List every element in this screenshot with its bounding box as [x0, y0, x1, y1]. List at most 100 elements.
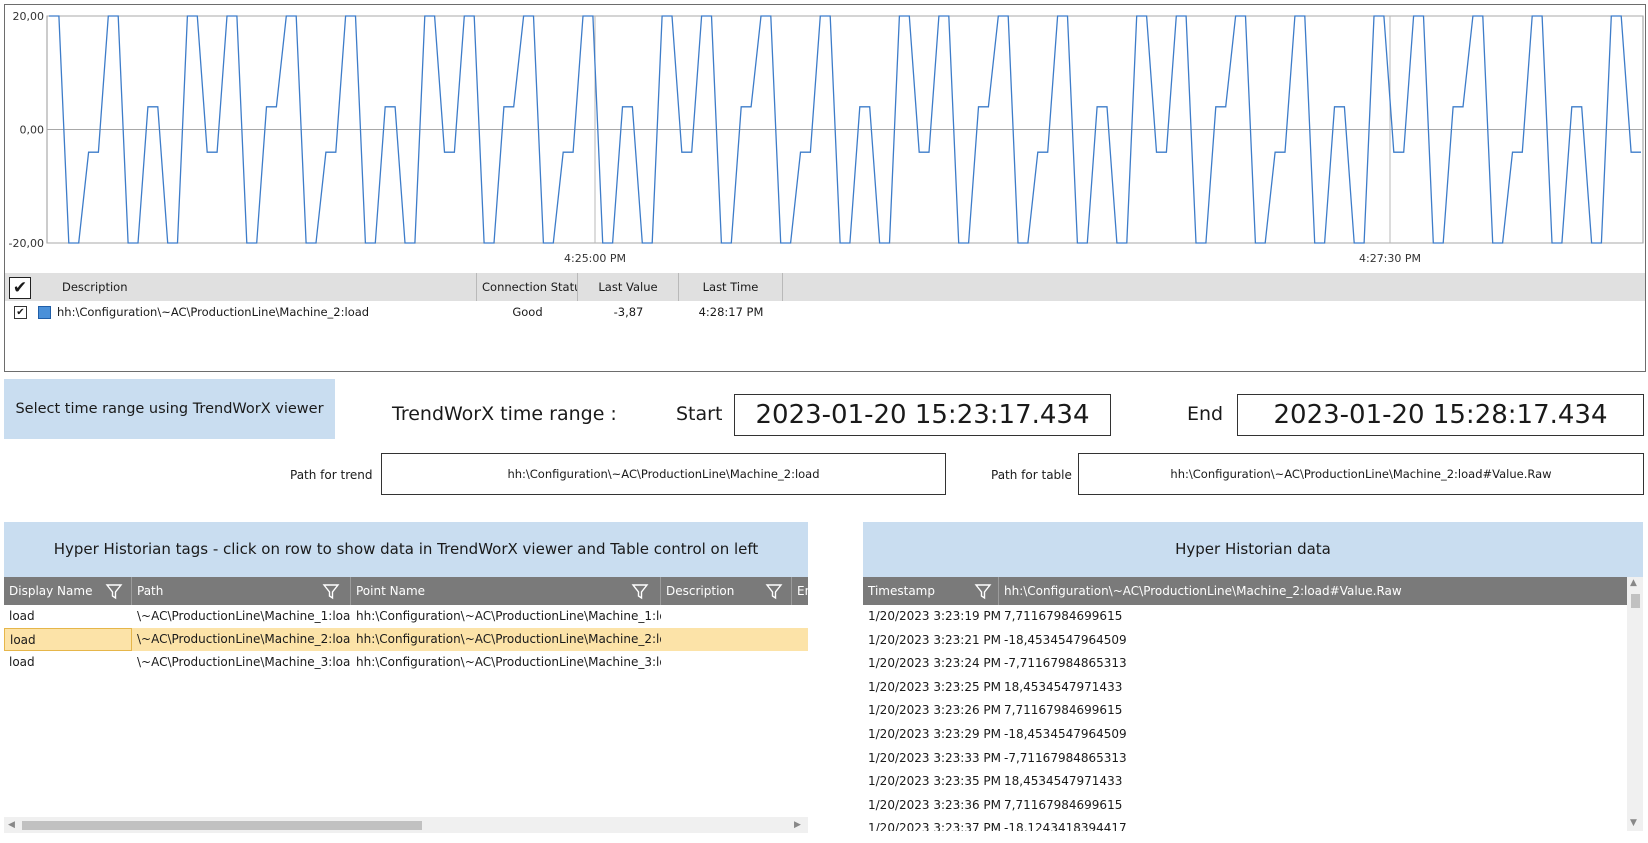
start-time-field[interactable]: 2023-01-20 15:23:17.434	[734, 394, 1111, 436]
data-table[interactable]: Timestamp hh:\Configuration\~AC\Producti…	[863, 577, 1643, 831]
data-value: -7,71167984865313	[1004, 750, 1127, 765]
data-value: -18,1243418394417	[1004, 821, 1127, 831]
data-value: -18,4534547964509	[1004, 632, 1127, 647]
data-row[interactable]: 1/20/2023 3:23:26 PM 7,71167984699615	[863, 699, 1603, 723]
data-table-header: Timestamp hh:\Configuration\~AC\Producti…	[863, 577, 1643, 605]
tags-section-header: Hyper Historian tags - click on row to s…	[4, 522, 808, 577]
scroll-up-arrow-icon[interactable]: ▲	[1630, 575, 1637, 591]
data-row[interactable]: 1/20/2023 3:23:24 PM -7,71167984865313	[863, 652, 1603, 676]
col-point-name[interactable]: Point Name	[351, 577, 661, 605]
tag-point-name: hh:\Configuration\~AC\ProductionLine\Mac…	[356, 655, 661, 669]
legend-col-last-value[interactable]: Last Value	[578, 273, 679, 301]
legend-col-connection-status[interactable]: Connection Status	[477, 273, 578, 301]
tag-display-name: load	[4, 628, 132, 651]
legend-col-last-time[interactable]: Last Time	[679, 273, 783, 301]
scrollbar-thumb[interactable]	[22, 821, 422, 830]
filter-icon[interactable]	[631, 582, 649, 600]
y-tick-label: -20,00	[9, 237, 44, 250]
y-tick-label: 20,00	[13, 10, 45, 23]
data-value: -7,71167984865313	[1004, 656, 1127, 671]
data-value: 18,4534547971433	[1004, 774, 1123, 789]
tag-row[interactable]: load \~AC\ProductionLine\Machine_1:load …	[4, 605, 808, 628]
legend-row[interactable]: ✔ hh:\Configuration\~AC\ProductionLine\M…	[5, 301, 1645, 323]
data-row[interactable]: 1/20/2023 3:23:33 PM -7,71167984865313	[863, 747, 1603, 771]
data-timestamp: 1/20/2023 3:23:19 PM	[868, 609, 1002, 623]
tag-path: \~AC\ProductionLine\Machine_3:load	[137, 655, 351, 669]
col-path[interactable]: Path	[132, 577, 351, 605]
data-row[interactable]: 1/20/2023 3:23:21 PM -18,4534547964509	[863, 629, 1603, 653]
series-visible-checkbox[interactable]: ✔	[14, 306, 27, 319]
filter-icon[interactable]	[974, 582, 992, 600]
tag-path: \~AC\ProductionLine\Machine_2:load	[137, 632, 351, 646]
scroll-right-arrow-icon[interactable]: ▶	[794, 817, 801, 833]
data-row[interactable]: 1/20/2023 3:23:29 PM -18,4534547964509	[863, 723, 1603, 747]
tags-table-header: Display Name Path Point Name Description…	[4, 577, 808, 605]
data-value: 18,4534547971433	[1004, 679, 1123, 694]
x-tick-label: 4:27:30 PM	[1359, 252, 1421, 265]
col-eng-label: Eng	[797, 584, 808, 598]
path-for-trend-field[interactable]: hh:\Configuration\~AC\ProductionLine\Mac…	[381, 453, 946, 495]
scroll-down-arrow-icon[interactable]: ▼	[1630, 815, 1637, 831]
time-range-title: TrendWorX time range :	[392, 403, 617, 425]
data-row[interactable]: 1/20/2023 3:23:19 PM 7,71167984699615	[863, 605, 1603, 629]
col-value-raw[interactable]: hh:\Configuration\~AC\ProductionLine\Mac…	[999, 577, 1627, 605]
select-all-checkbox[interactable]: ✔	[9, 277, 31, 299]
select-time-range-button[interactable]: Select time range using TrendWorX viewer	[4, 379, 335, 439]
data-timestamp: 1/20/2023 3:23:25 PM	[868, 679, 1002, 694]
end-time-field[interactable]: 2023-01-20 15:28:17.434	[1237, 394, 1644, 436]
legend-last-value: -3,87	[613, 305, 644, 319]
data-value: 7,71167984699615	[1004, 703, 1123, 718]
col-path-label: Path	[137, 584, 164, 598]
data-timestamp: 1/20/2023 3:23:24 PM	[868, 656, 1002, 671]
tag-display-name: load	[9, 655, 35, 669]
legend-description: hh:\Configuration\~AC\ProductionLine\Mac…	[57, 305, 370, 319]
data-timestamp: 1/20/2023 3:23:37 PM	[868, 821, 1002, 831]
tags-table[interactable]: Display Name Path Point Name Description…	[4, 577, 808, 831]
filter-icon[interactable]	[105, 582, 123, 600]
data-vertical-scrollbar[interactable]: ▲ ▼	[1627, 577, 1643, 831]
tag-row[interactable]: load \~AC\ProductionLine\Machine_3:load …	[4, 651, 808, 674]
col-point-name-label: Point Name	[356, 584, 426, 598]
series-color-swatch[interactable]	[38, 306, 51, 319]
data-value: 7,71167984699615	[1004, 797, 1123, 812]
data-timestamp: 1/20/2023 3:23:21 PM	[868, 632, 1002, 647]
trend-chart[interactable]: 20,00 0,00 -20,00 4:25:00 PM 4:27:30 PM	[5, 5, 1647, 273]
legend-last-time: 4:28:17 PM	[698, 305, 764, 319]
tag-point-name: hh:\Configuration\~AC\ProductionLine\Mac…	[356, 609, 661, 623]
filter-icon[interactable]	[765, 582, 783, 600]
data-row[interactable]: 1/20/2023 3:23:35 PM 18,4534547971433	[863, 770, 1603, 794]
trend-viewer[interactable]: 20,00 0,00 -20,00 4:25:00 PM 4:27:30 PM ✔ De…	[4, 4, 1646, 372]
tag-path: \~AC\ProductionLine\Machine_1:load	[137, 609, 351, 623]
tags-horizontal-scrollbar[interactable]: ◀ ▶	[4, 817, 808, 833]
col-timestamp[interactable]: Timestamp	[863, 577, 999, 605]
tag-row-selected[interactable]: load \~AC\ProductionLine\Machine_2:load …	[4, 628, 808, 651]
y-tick-label: 0,00	[20, 124, 45, 137]
data-timestamp: 1/20/2023 3:23:26 PM	[868, 703, 1002, 718]
tag-point-name: hh:\Configuration\~AC\ProductionLine\Mac…	[356, 632, 661, 646]
data-row[interactable]: 1/20/2023 3:23:25 PM 18,4534547971433	[863, 676, 1603, 700]
col-display-name[interactable]: Display Name	[4, 577, 132, 605]
col-description-label: Description	[666, 584, 735, 598]
start-label: Start	[676, 403, 723, 425]
data-timestamp: 1/20/2023 3:23:35 PM	[868, 774, 1002, 789]
data-section-header: Hyper Historian data	[863, 522, 1643, 577]
col-description[interactable]: Description	[661, 577, 792, 605]
col-display-name-label: Display Name	[9, 584, 93, 598]
scrollbar-thumb[interactable]	[1631, 594, 1640, 608]
filter-icon[interactable]	[322, 582, 340, 600]
tag-display-name: load	[9, 609, 35, 623]
data-timestamp: 1/20/2023 3:23:36 PM	[868, 797, 1002, 812]
path-for-trend-label: Path for trend	[290, 468, 373, 482]
legend-col-description[interactable]: Description	[57, 273, 477, 301]
data-value: -18,4534547964509	[1004, 727, 1127, 741]
data-row[interactable]: 1/20/2023 3:23:36 PM 7,71167984699615	[863, 794, 1603, 818]
path-for-table-label: Path for table	[991, 468, 1072, 482]
col-eng[interactable]: Eng	[792, 577, 808, 605]
legend-connection-status: Good	[512, 305, 543, 319]
data-value: 7,71167984699615	[1004, 609, 1123, 623]
scroll-left-arrow-icon[interactable]: ◀	[8, 817, 15, 833]
path-for-table-field[interactable]: hh:\Configuration\~AC\ProductionLine\Mac…	[1078, 453, 1644, 495]
col-timestamp-label: Timestamp	[868, 584, 935, 598]
data-timestamp: 1/20/2023 3:23:33 PM	[868, 750, 1002, 765]
data-row[interactable]: 1/20/2023 3:23:37 PM -18,1243418394417	[863, 817, 1603, 831]
